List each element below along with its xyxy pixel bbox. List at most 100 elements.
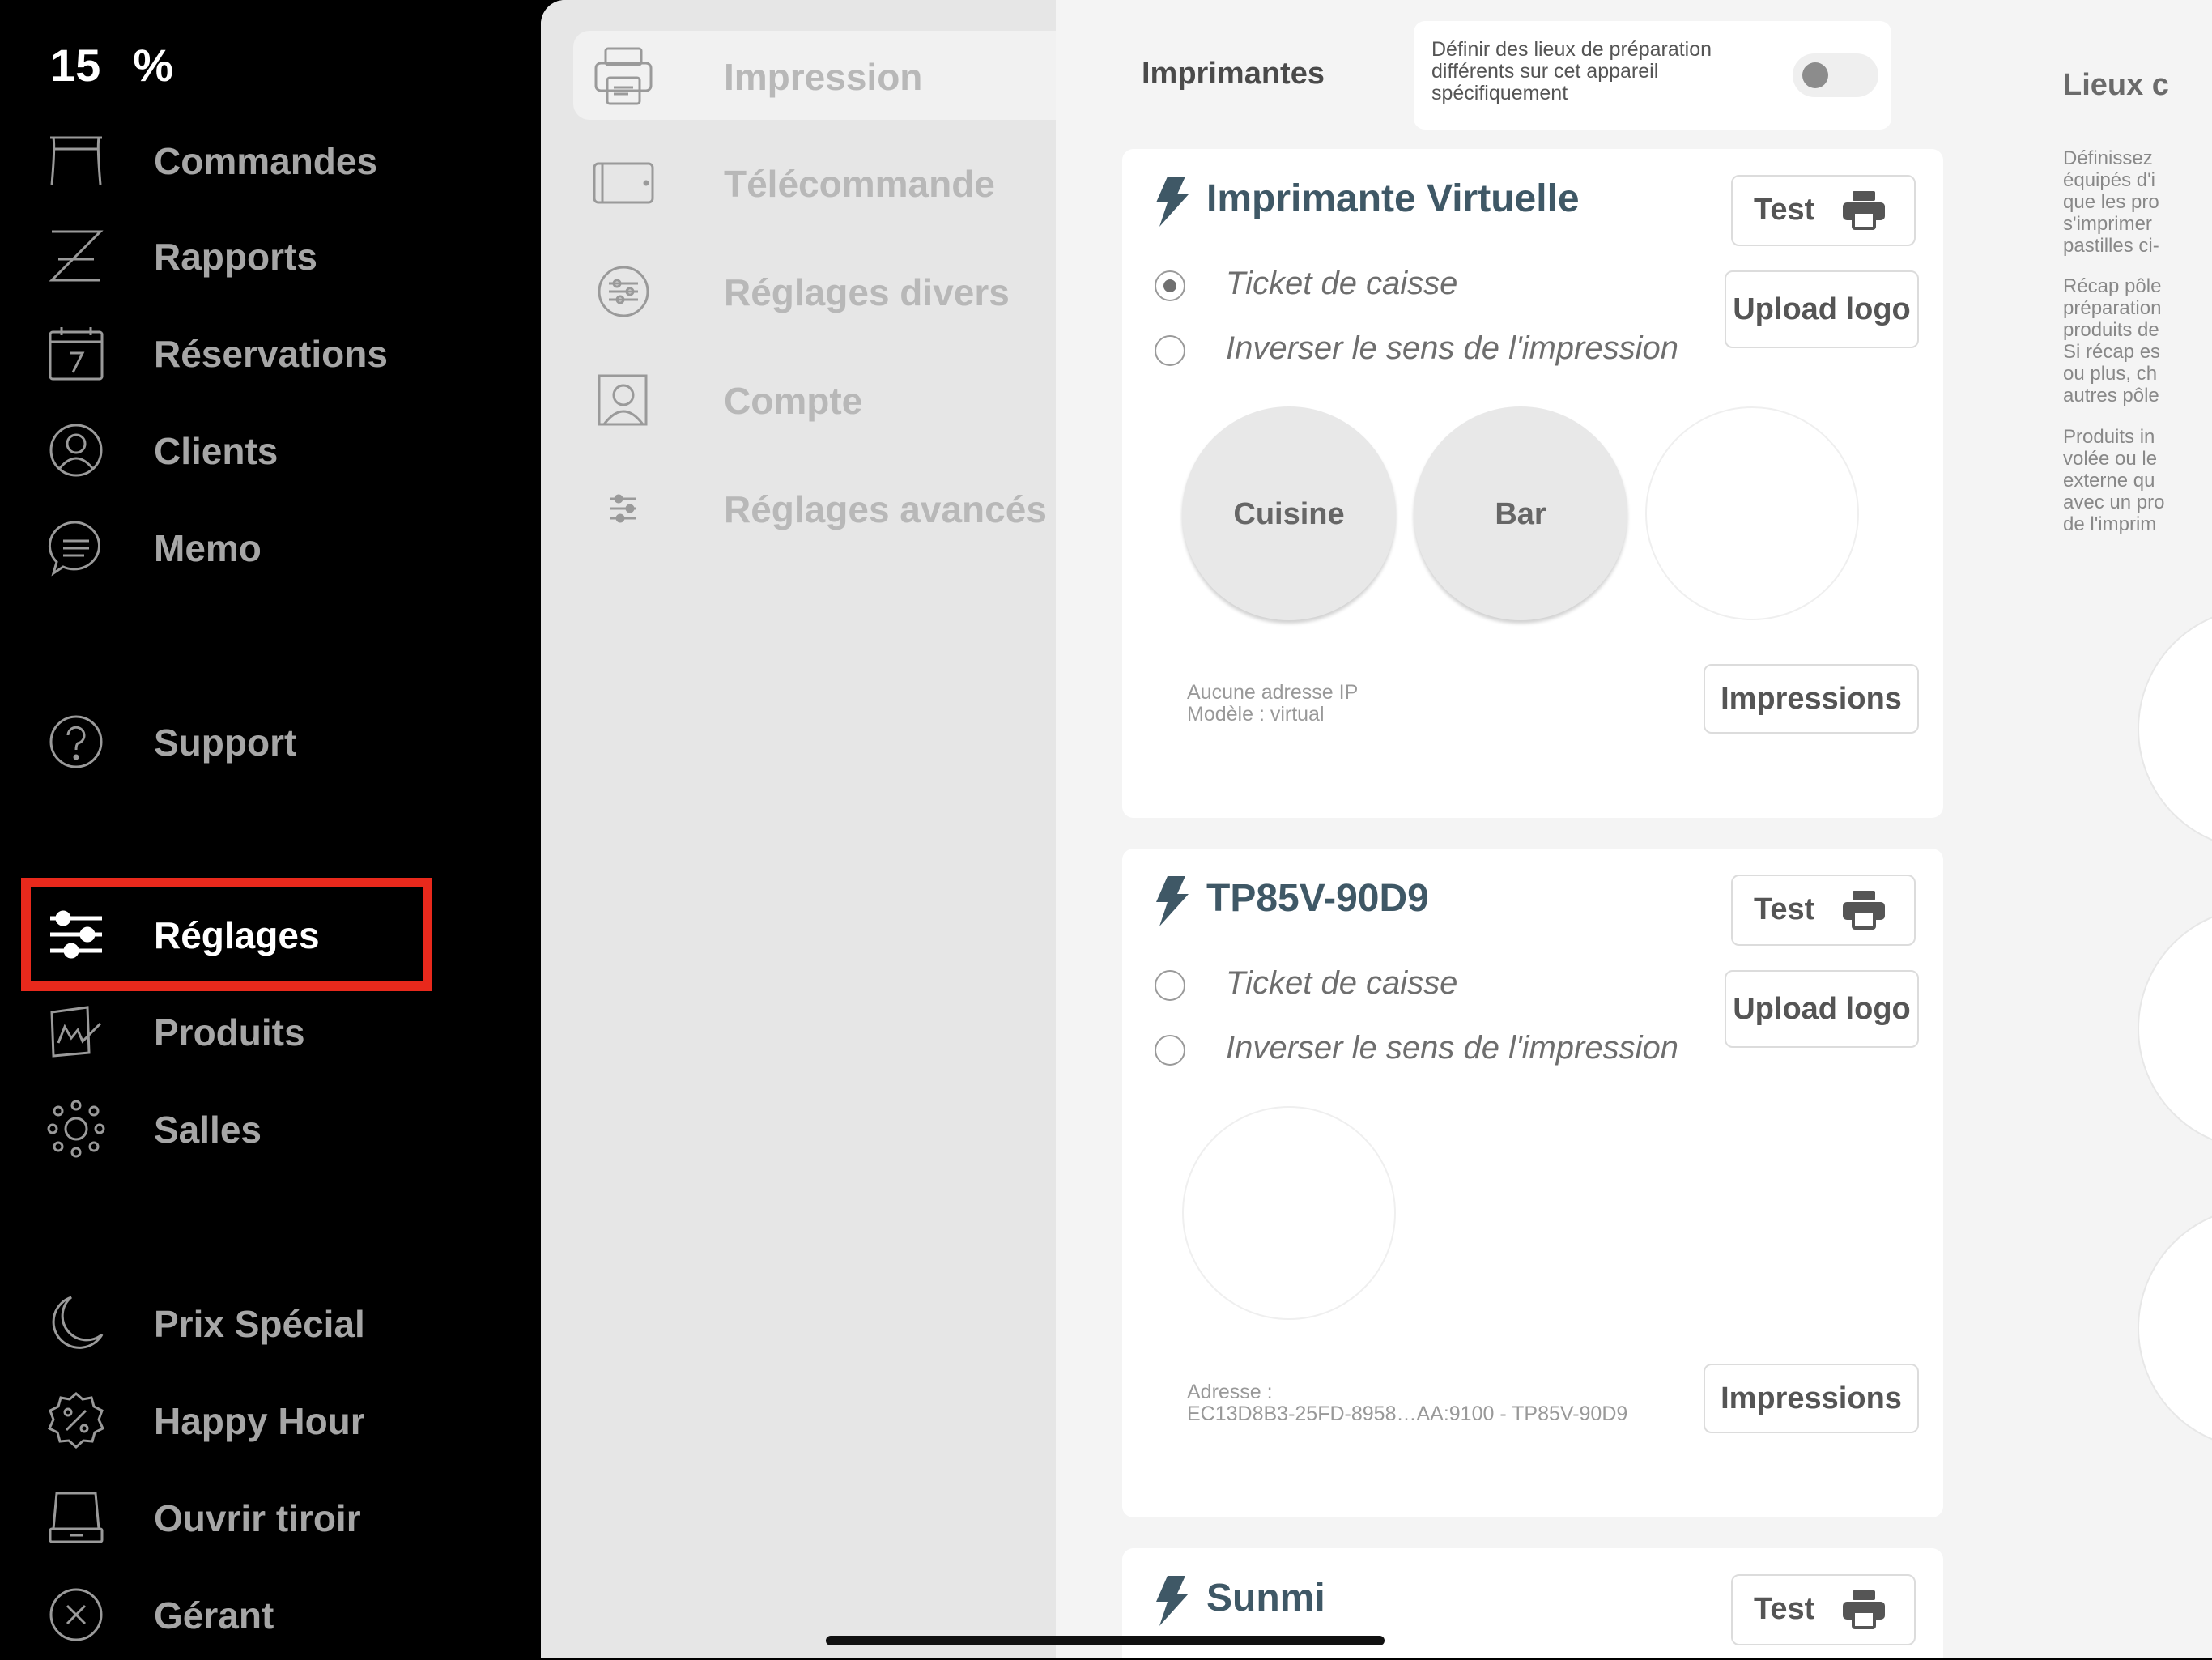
- test-label: Test: [1754, 1592, 1815, 1626]
- place-label: Bar: [1495, 497, 1546, 531]
- submenu-item-label: Impression: [724, 56, 923, 98]
- printers-content: Imprimantes Définir des lieux de prépara…: [1056, 0, 2212, 1658]
- sidebar-item-memo[interactable]: Memo: [0, 504, 541, 593]
- rooms-icon: [47, 1100, 105, 1158]
- option-label: Inverser le sens de l'impression: [1226, 330, 1678, 366]
- tablet-icon: [593, 162, 654, 204]
- sidebar-item-produits[interactable]: Produits: [0, 988, 541, 1077]
- prep-places-description-2: Récap pôle préparation produits de Si ré…: [2063, 275, 2212, 406]
- sidebar-item-clients[interactable]: Clients: [0, 406, 541, 496]
- prep-place-circle[interactable]: [2138, 1207, 2212, 1449]
- sidebar-item-label: Rapports: [154, 236, 317, 278]
- moon-icon: [52, 1296, 104, 1349]
- text-line: Récap pôle: [2063, 275, 2162, 297]
- place-empty[interactable]: [1645, 406, 1859, 620]
- test-print-button[interactable]: Test: [1731, 875, 1916, 946]
- printers-section-title: Imprimantes: [1142, 57, 1325, 91]
- submenu-item-reglages-avances[interactable]: Réglages avancés: [573, 463, 1056, 552]
- sidebar-item-label: Support: [154, 721, 297, 764]
- printer-icon: [1843, 891, 1885, 930]
- submenu-item-reglages-divers[interactable]: Réglages divers: [573, 246, 1056, 335]
- upload-logo-button[interactable]: Upload logo: [1725, 970, 1919, 1048]
- sidebar-item-prix-special[interactable]: Prix Spécial: [0, 1279, 541, 1368]
- prep-places-toggle-card: Définir des lieux de préparation différe…: [1414, 21, 1891, 130]
- place-empty[interactable]: [1182, 1106, 1396, 1320]
- home-indicator[interactable]: [826, 1636, 1385, 1645]
- sidebar-item-label: Memo: [154, 527, 262, 569]
- account-icon: [598, 374, 648, 426]
- table-icon: [50, 136, 102, 185]
- printer-address-label: Adresse :: [1187, 1381, 1273, 1403]
- battery-unit: %: [133, 40, 174, 91]
- chat-icon: [48, 521, 101, 577]
- sidebar-item-gerant[interactable]: Gérant: [0, 1571, 541, 1660]
- text-line: Si récap es: [2063, 341, 2161, 363]
- sidebar-item-salles[interactable]: Salles: [0, 1085, 541, 1174]
- test-label: Test: [1754, 193, 1815, 227]
- test-label: Test: [1754, 892, 1815, 926]
- sidebar-item-commandes[interactable]: Commandes: [0, 117, 541, 206]
- sidebar-item-label: Ouvrir tiroir: [154, 1497, 361, 1539]
- lightning-icon: [1156, 1576, 1189, 1626]
- radio-button[interactable]: [1155, 970, 1185, 1001]
- drawer-icon: [49, 1492, 104, 1543]
- main-panel: Impression Télécommande Réglages divers …: [541, 0, 2212, 1658]
- submenu-item-compte[interactable]: Compte: [573, 355, 1056, 444]
- prep-places-description-1: Définissez équipés d'i que les pro s'imp…: [2063, 147, 2212, 257]
- sidebar-item-label: Produits: [154, 1011, 305, 1053]
- sidebar-item-reservations[interactable]: Réservations: [0, 309, 541, 398]
- radio-button[interactable]: [1155, 335, 1185, 366]
- printer-address: Aucune adresse IP: [1187, 681, 1359, 704]
- radio-button[interactable]: [1155, 270, 1185, 301]
- text-line: autres pôle: [2063, 385, 2159, 406]
- radio-button[interactable]: [1155, 1035, 1185, 1066]
- z-report-icon: [49, 230, 104, 282]
- products-icon: [50, 1006, 102, 1058]
- printer-address: EC13D8B3-25FD-8958…AA:9100 - TP85V-90D9: [1187, 1402, 1628, 1425]
- place-cuisine[interactable]: Cuisine: [1182, 406, 1396, 620]
- printer-card: TP85V-90D9 Test Upload logo Ticket de ca…: [1122, 849, 1943, 1517]
- printer-info: Adresse : EC13D8B3-25FD-8958…AA:9100 - T…: [1187, 1381, 1627, 1425]
- sidebar-item-label: Commandes: [154, 140, 378, 182]
- lightning-icon: [1156, 177, 1189, 227]
- printer-name: Imprimante Virtuelle: [1206, 177, 1580, 220]
- selection-highlight: [21, 878, 432, 991]
- impressions-button[interactable]: Impressions: [1704, 1364, 1919, 1433]
- user-icon: [49, 424, 103, 477]
- sidebar-item-label: Happy Hour: [154, 1400, 365, 1442]
- prep-places-toggle-label: Définir des lieux de préparation différe…: [1431, 38, 1712, 104]
- printer-card: Imprimante Virtuelle Test Upload logo Ti…: [1122, 149, 1943, 818]
- prep-places-panel: Lieux c Définissez équipés d'i que les p…: [2063, 0, 2212, 1658]
- prep-place-circle[interactable]: [2138, 907, 2212, 1150]
- sidebar-item-label: Réservations: [154, 333, 388, 375]
- sidebar-item-support[interactable]: Support: [0, 698, 541, 787]
- sidebar-item-ouvrir-tiroir[interactable]: Ouvrir tiroir: [0, 1474, 541, 1563]
- close-circle-icon: [49, 1588, 103, 1641]
- calendar-icon: [49, 327, 104, 381]
- submenu-item-telecommande[interactable]: Télécommande: [573, 138, 1056, 227]
- sidebar-item-rapports[interactable]: Rapports: [0, 212, 541, 301]
- place-bar[interactable]: Bar: [1414, 406, 1627, 620]
- sidebar-item-happy-hour[interactable]: Happy Hour: [0, 1377, 541, 1466]
- text-line: Produits in: [2063, 426, 2155, 448]
- printer-model: Modèle : virtual: [1187, 703, 1325, 726]
- prep-places-toggle[interactable]: [1793, 53, 1878, 97]
- lightning-icon: [1156, 876, 1189, 926]
- upload-logo-button[interactable]: Upload logo: [1725, 270, 1919, 348]
- test-print-button[interactable]: Test: [1731, 175, 1916, 246]
- prep-place-circle[interactable]: [2138, 607, 2212, 850]
- text-line: ou plus, ch: [2063, 363, 2158, 385]
- option-label: Ticket de caisse: [1226, 266, 1458, 301]
- text-line: externe qu: [2063, 470, 2155, 492]
- sidebar-item-label: Salles: [154, 1109, 262, 1151]
- test-print-button[interactable]: Test: [1731, 1574, 1916, 1645]
- text-line: volée ou le: [2063, 448, 2158, 470]
- printer-name: TP85V-90D9: [1206, 877, 1429, 920]
- submenu-item-impression[interactable]: Impression: [573, 31, 1056, 120]
- text-line: pastilles ci-: [2063, 235, 2159, 257]
- battery-indicator: 15%: [50, 39, 173, 92]
- sliders-icon: [610, 494, 636, 523]
- prep-places-description-3: Produits in volée ou le externe qu avec …: [2063, 426, 2212, 535]
- impressions-button[interactable]: Impressions: [1704, 664, 1919, 734]
- text-line: avec un pro: [2063, 492, 2165, 513]
